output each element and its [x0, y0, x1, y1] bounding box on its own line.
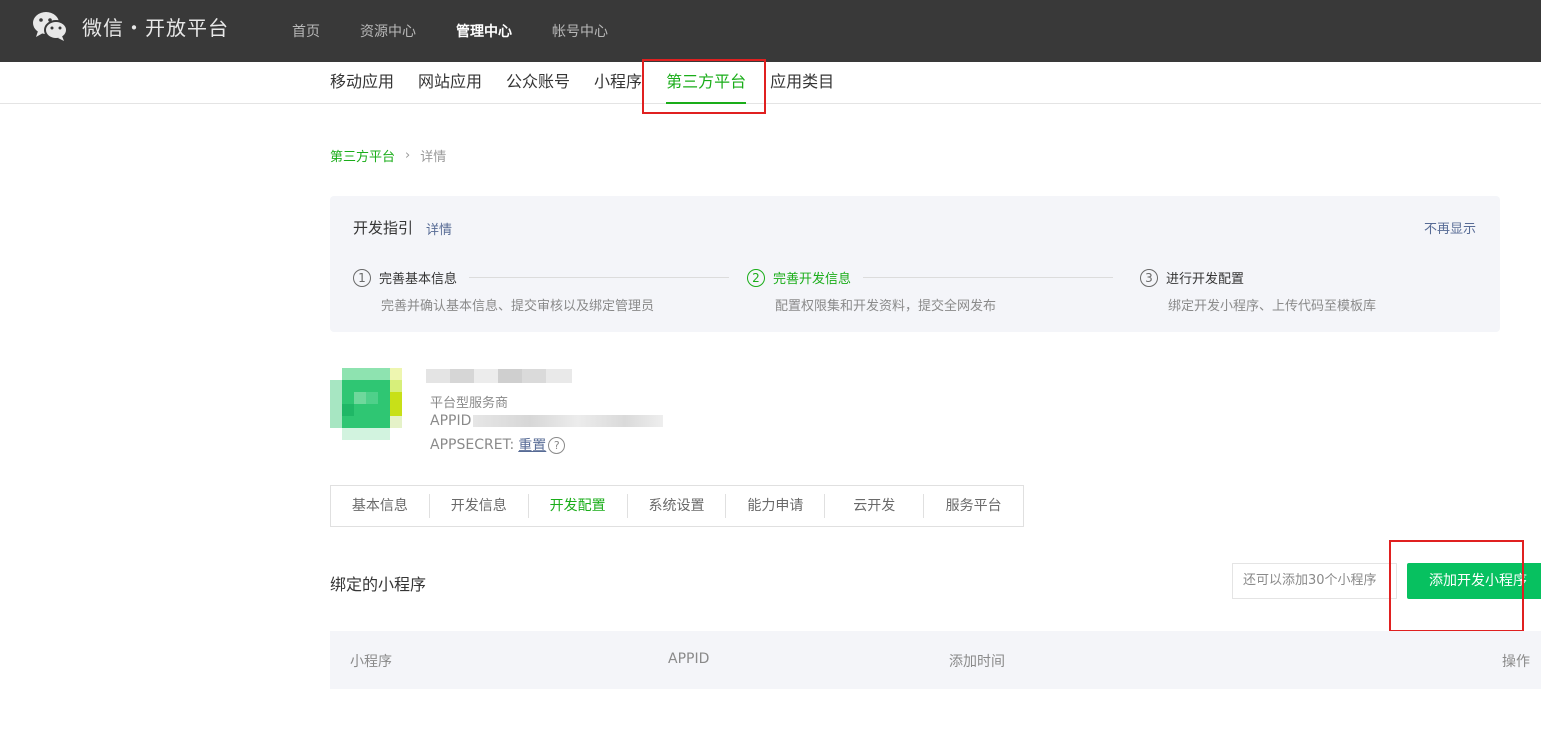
- tab-service-platform[interactable]: 服务平台: [924, 494, 1023, 518]
- breadcrumb-separator-icon: ›: [405, 148, 411, 163]
- subnav-app-categories[interactable]: 应用类目: [770, 62, 834, 104]
- top-nav-management[interactable]: 管理中心: [456, 21, 512, 41]
- top-nav: 首页 资源中心 管理中心 帐号中心: [292, 0, 648, 62]
- step-number: 3: [1140, 268, 1158, 287]
- guide-step-1: 1 完善基本信息 完善并确认基本信息、提交审核以及绑定管理员: [353, 268, 743, 314]
- reset-secret-link[interactable]: 重置: [518, 435, 546, 455]
- app-avatar: [330, 368, 404, 440]
- appsecret-row: APPSECRET: 重置 ?: [430, 435, 566, 455]
- appid-row: APPID: [430, 413, 664, 429]
- step-desc: 绑定开发小程序、上传代码至模板库: [1168, 299, 1377, 314]
- dev-guide-panel: 开发指引 详情 不再显示 1 完善基本信息 完善并确认基本信息、提交审核以及绑定…: [330, 196, 1500, 332]
- column-appid: APPID: [668, 651, 710, 667]
- step-title: 完善开发信息: [773, 272, 852, 287]
- tab-dev-info[interactable]: 开发信息: [430, 494, 529, 518]
- tab-capability-apply[interactable]: 能力申请: [726, 494, 826, 518]
- top-nav-account[interactable]: 帐号中心: [552, 21, 608, 41]
- tab-dev-config[interactable]: 开发配置: [529, 494, 628, 518]
- step-number: 1: [353, 268, 371, 287]
- top-nav-resources[interactable]: 资源中心: [360, 21, 416, 41]
- step-divider: [863, 277, 1114, 278]
- column-mini-program: 小程序: [350, 654, 392, 670]
- subnav-mobile-apps[interactable]: 移动应用: [330, 62, 394, 104]
- appid-value-redacted: [473, 415, 664, 427]
- detail-tabs: 基本信息 开发信息 开发配置 系统设置 能力申请 云开发 服务平台: [330, 485, 1024, 527]
- guide-step-3: 3 进行开发配置 绑定开发小程序、上传代码至模板库: [1140, 268, 1480, 314]
- logo[interactable]: 微信・开放平台: [32, 10, 229, 42]
- breadcrumb-current: 详情: [420, 150, 447, 165]
- guide-dismiss-link[interactable]: 不再显示: [1424, 218, 1476, 237]
- bound-mini-programs-title: 绑定的小程序: [330, 575, 427, 594]
- appsecret-label: APPSECRET:: [430, 437, 515, 453]
- guide-title: 开发指引: [353, 219, 414, 237]
- wechat-logo-icon: [32, 10, 68, 42]
- breadcrumb-parent[interactable]: 第三方平台: [330, 146, 395, 165]
- tab-system-settings[interactable]: 系统设置: [628, 494, 727, 518]
- step-desc: 完善并确认基本信息、提交审核以及绑定管理员: [381, 299, 655, 314]
- logo-text: 微信・开放平台: [82, 15, 229, 40]
- app-name-redacted: [426, 368, 572, 383]
- column-added-time: 添加时间: [949, 654, 1005, 670]
- subnav-official-accounts[interactable]: 公众账号: [506, 62, 570, 104]
- top-nav-home[interactable]: 首页: [292, 21, 320, 41]
- table-header: 小程序 APPID 添加时间 操作: [330, 631, 1541, 689]
- column-actions: 操作: [1502, 654, 1530, 670]
- appid-label: APPID: [430, 413, 472, 429]
- step-divider: [469, 277, 730, 278]
- sub-nav: 移动应用 网站应用 公众账号 小程序 第三方平台 应用类目: [0, 62, 1541, 104]
- guide-step-2: 2 完善开发信息 配置权限集和开发资料，提交全网发布: [747, 268, 1137, 314]
- app-type: 平台型服务商: [430, 396, 509, 411]
- step-number: 2: [747, 268, 765, 287]
- breadcrumb: 第三方平台 › 详情: [330, 146, 446, 165]
- tab-cloud-dev[interactable]: 云开发: [825, 494, 925, 518]
- subnav-website-apps[interactable]: 网站应用: [418, 62, 482, 104]
- question-circle-icon[interactable]: ?: [548, 436, 566, 454]
- step-title: 进行开发配置: [1166, 272, 1245, 287]
- red-highlight-box-tab: [642, 59, 766, 114]
- subnav-mini-programs[interactable]: 小程序: [594, 62, 642, 104]
- step-title: 完善基本信息: [379, 272, 458, 287]
- step-desc: 配置权限集和开发资料，提交全网发布: [775, 299, 997, 314]
- guide-detail-link[interactable]: 详情: [426, 219, 452, 238]
- red-highlight-box-button: [1389, 540, 1524, 632]
- tab-basic-info[interactable]: 基本信息: [331, 494, 430, 518]
- top-bar: 微信・开放平台 首页 资源中心 管理中心 帐号中心: [0, 0, 1541, 62]
- quota-hint: 还可以添加30个小程序: [1232, 563, 1397, 599]
